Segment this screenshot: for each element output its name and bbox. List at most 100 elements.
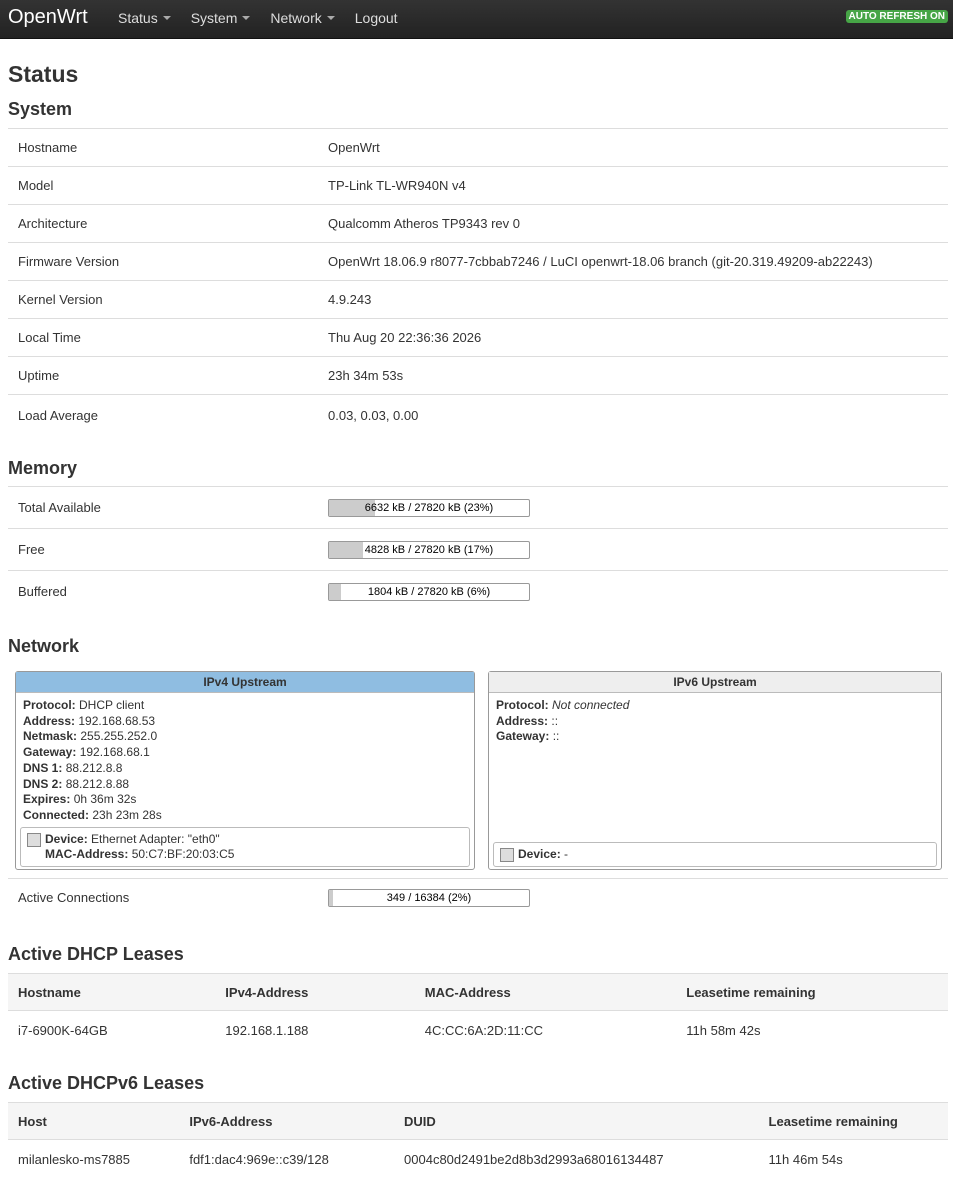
network-detail-line: Address: :: bbox=[496, 714, 934, 730]
progress-text: 4828 kB / 27820 kB (17%) bbox=[329, 542, 529, 558]
table-cell: 11h 46m 54s bbox=[759, 1140, 948, 1178]
system-row-label: Model bbox=[8, 167, 318, 205]
detail-label: Netmask: bbox=[23, 729, 77, 743]
device-label: Device: bbox=[45, 832, 88, 846]
device-value: - bbox=[564, 847, 568, 861]
system-row: Load Average0.03, 0.03, 0.00 bbox=[8, 395, 948, 436]
detail-value: Not connected bbox=[552, 698, 629, 712]
network-detail-line: Gateway: :: bbox=[496, 729, 934, 745]
detail-value: :: bbox=[553, 729, 560, 743]
memory-table: Total Available 6632 kB / 27820 kB (23%) F… bbox=[8, 486, 948, 612]
detail-label: Connected: bbox=[23, 808, 89, 822]
system-row-label: Hostname bbox=[8, 129, 318, 167]
auto-refresh-badge[interactable]: AUTO REFRESH ON bbox=[846, 10, 949, 23]
detail-label: DNS 2: bbox=[23, 777, 62, 791]
system-row-value: TP-Link TL-WR940N v4 bbox=[318, 167, 948, 205]
table-cell: 0004c80d2491be2d8b3d2993a68016134487 bbox=[394, 1140, 759, 1178]
mac-value: 50:C7:BF:20:03:C5 bbox=[132, 847, 235, 861]
detail-value: 88.212.8.8 bbox=[66, 761, 123, 775]
menu-system-label: System bbox=[191, 10, 238, 26]
system-row-value: 0.03, 0.03, 0.00 bbox=[318, 395, 948, 436]
progress-text: 6632 kB / 27820 kB (23%) bbox=[329, 500, 529, 516]
system-row-label: Load Average bbox=[8, 395, 318, 436]
system-row-value: Qualcomm Atheros TP9343 rev 0 bbox=[318, 205, 948, 243]
network-detail-line: Address: 192.168.68.53 bbox=[23, 714, 467, 730]
detail-label: DNS 1: bbox=[23, 761, 62, 775]
system-row: ArchitectureQualcomm Atheros TP9343 rev … bbox=[8, 205, 948, 243]
detail-value: 192.168.68.1 bbox=[80, 745, 150, 759]
column-header[interactable]: Leasetime remaining bbox=[759, 1103, 948, 1140]
network-detail-line: DNS 2: 88.212.8.88 bbox=[23, 777, 467, 793]
network-detail-line: Expires: 0h 36m 32s bbox=[23, 792, 467, 808]
menu-network[interactable]: Network bbox=[260, 0, 344, 38]
detail-value: DHCP client bbox=[79, 698, 144, 712]
detail-value: 255.255.252.0 bbox=[80, 729, 157, 743]
system-row-label: Kernel Version bbox=[8, 281, 318, 319]
table-cell: 192.168.1.188 bbox=[215, 1011, 415, 1050]
device-label: Device: bbox=[518, 847, 561, 861]
detail-label: Expires: bbox=[23, 792, 70, 806]
detail-label: Protocol: bbox=[23, 698, 76, 712]
memory-row: Buffered1804 kB / 27820 kB (6%) bbox=[8, 571, 948, 613]
table-cell: fdf1:dac4:969e::c39/128 bbox=[179, 1140, 394, 1178]
caret-down-icon bbox=[242, 16, 250, 20]
memory-row-label: Free bbox=[8, 529, 318, 571]
system-row-label: Architecture bbox=[8, 205, 318, 243]
menu-status-label: Status bbox=[118, 10, 158, 26]
memory-row: Total Available 6632 kB / 27820 kB (23%) bbox=[8, 487, 948, 529]
caret-down-icon bbox=[327, 16, 335, 20]
menu-logout[interactable]: Logout bbox=[345, 0, 408, 38]
ipv6-upstream-box: IPv6 Upstream Protocol: Not connectedAdd… bbox=[488, 671, 942, 870]
dhcp-leases-table: HostnameIPv4-AddressMAC-AddressLeasetime… bbox=[8, 973, 948, 1049]
system-row: Kernel Version4.9.243 bbox=[8, 281, 948, 319]
column-header[interactable]: MAC-Address bbox=[415, 974, 676, 1011]
ipv4-device-box: Device: Ethernet Adapter: "eth0" MAC-Add… bbox=[20, 827, 470, 867]
table-cell: 4C:CC:6A:2D:11:CC bbox=[415, 1011, 676, 1050]
detail-label: Gateway: bbox=[496, 729, 549, 743]
system-section-title: System bbox=[8, 99, 72, 120]
network-detail-line: Netmask: 255.255.252.0 bbox=[23, 729, 467, 745]
system-table: HostnameOpenWrtModelTP-Link TL-WR940N v4… bbox=[8, 128, 948, 435]
memory-row-label: Total Available bbox=[8, 487, 318, 529]
ipv6-details: Protocol: Not connectedAddress: ::Gatewa… bbox=[489, 693, 941, 750]
column-header[interactable]: Hostname bbox=[8, 974, 215, 1011]
dhcpv6-section-title: Active DHCPv6 Leases bbox=[8, 1073, 204, 1094]
network-device-icon bbox=[500, 848, 514, 862]
column-header[interactable]: Host bbox=[8, 1103, 179, 1140]
brand-logo[interactable]: OpenWrt bbox=[8, 6, 88, 29]
memory-progress-bar: 4828 kB / 27820 kB (17%) bbox=[328, 541, 530, 559]
active-connections-row: Active Connections 349 / 16384 (2%) bbox=[8, 879, 948, 917]
column-header[interactable]: Leasetime remaining bbox=[676, 974, 948, 1011]
system-row-label: Local Time bbox=[8, 319, 318, 357]
active-connections-label: Active Connections bbox=[8, 879, 318, 917]
network-detail-line: Protocol: DHCP client bbox=[23, 698, 467, 714]
ipv4-upstream-title: IPv4 Upstream bbox=[16, 672, 474, 693]
table-cell: i7-6900K-64GB bbox=[8, 1011, 215, 1050]
menu-system[interactable]: System bbox=[181, 0, 261, 38]
table-row: milanlesko-ms7885fdf1:dac4:969e::c39/128… bbox=[8, 1140, 948, 1178]
system-row: Firmware VersionOpenWrt 18.06.9 r8077-7c… bbox=[8, 243, 948, 281]
detail-label: Address: bbox=[496, 714, 548, 728]
detail-value: 23h 23m 28s bbox=[92, 808, 161, 822]
detail-label: Gateway: bbox=[23, 745, 76, 759]
column-header[interactable]: IPv6-Address bbox=[179, 1103, 394, 1140]
system-row-value: 4.9.243 bbox=[318, 281, 948, 319]
active-connections-cell: 349 / 16384 (2%) bbox=[318, 879, 948, 917]
network-device-icon bbox=[27, 833, 41, 847]
system-row-value: OpenWrt bbox=[318, 129, 948, 167]
active-connections-table: Active Connections 349 / 16384 (2%) bbox=[8, 878, 948, 916]
ipv4-upstream-box: IPv4 Upstream Protocol: DHCP clientAddre… bbox=[15, 671, 475, 870]
system-row-value: OpenWrt 18.06.9 r8077-7cbbab7246 / LuCI … bbox=[318, 243, 948, 281]
page-title: Status bbox=[8, 61, 78, 88]
detail-value: :: bbox=[551, 714, 558, 728]
detail-value: 0h 36m 32s bbox=[74, 792, 137, 806]
main-menu: Status System Network Logout bbox=[108, 0, 408, 38]
column-header[interactable]: DUID bbox=[394, 1103, 759, 1140]
ipv4-details: Protocol: DHCP clientAddress: 192.168.68… bbox=[16, 693, 474, 829]
table-cell: milanlesko-ms7885 bbox=[8, 1140, 179, 1178]
menu-status[interactable]: Status bbox=[108, 0, 181, 38]
dhcpv6-leases-table: HostIPv6-AddressDUIDLeasetime remaining … bbox=[8, 1102, 948, 1178]
network-section-title: Network bbox=[8, 636, 79, 657]
column-header[interactable]: IPv4-Address bbox=[215, 974, 415, 1011]
table-row: i7-6900K-64GB192.168.1.1884C:CC:6A:2D:11… bbox=[8, 1011, 948, 1050]
